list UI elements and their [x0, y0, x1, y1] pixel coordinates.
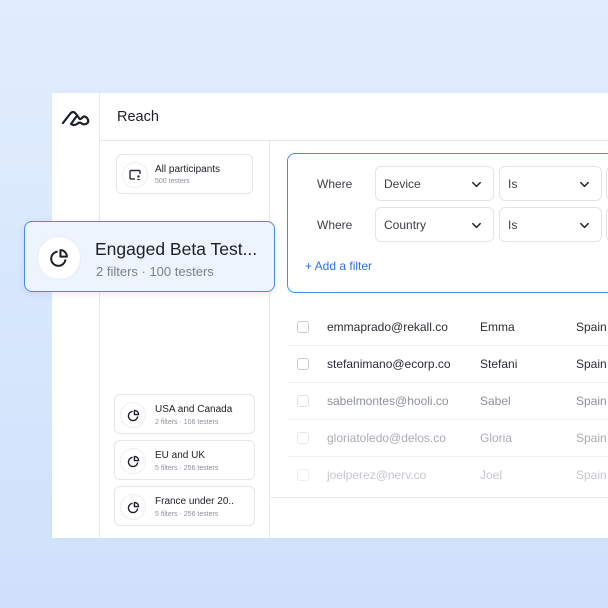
- nav-rail: [52, 93, 100, 538]
- row-country: Spain: [576, 394, 607, 408]
- segment-subtitle: 5 filters · 256 testers: [155, 511, 219, 518]
- selected-segment-subtitle: 2 filters · 100 testers: [96, 264, 214, 279]
- segment-card[interactable]: EU and UK 5 filters · 256 testers: [114, 440, 255, 480]
- app-window: Reach All participants 500 testers SEGME…: [52, 93, 608, 538]
- filter-builder: Where Device Is Where Country Is + Add a…: [287, 153, 608, 293]
- filter-field-value: Device: [384, 177, 421, 191]
- table-divider: [270, 497, 608, 498]
- participants-table: emmaprado@rekall.co Emma Spain stefanima…: [270, 309, 608, 538]
- all-participants-card[interactable]: All participants 500 testers: [116, 154, 253, 194]
- add-filter-button[interactable]: + Add a filter: [305, 259, 372, 273]
- row-name: Jose: [480, 496, 506, 510]
- filter-prefix: Where: [317, 218, 353, 232]
- row-name: Joel: [480, 468, 503, 482]
- page-title: Reach: [117, 109, 159, 125]
- filter-operator-select[interactable]: Is: [499, 166, 602, 201]
- table-row[interactable]: emmaprado@rekall.co Emma Spain: [287, 309, 608, 346]
- segment-title: USA and Canada: [155, 404, 233, 415]
- row-email: josecarlos@nerv.co: [327, 496, 432, 510]
- all-participants-title: All participants: [155, 164, 221, 175]
- filter-operator-value: Is: [508, 218, 518, 232]
- row-email: sabelmontes@hooli.co: [327, 394, 449, 408]
- row-name: Stefani: [480, 357, 518, 371]
- segments-sidebar: All participants 500 testers SEGMENTS US…: [100, 141, 270, 538]
- participants-icon: [122, 162, 148, 188]
- row-country: Spain: [576, 496, 607, 510]
- filter-field-value: Country: [384, 218, 427, 232]
- chevron-down-icon: [472, 181, 481, 188]
- row-checkbox[interactable]: [297, 432, 309, 444]
- row-email: stefanimano@ecorp.co: [327, 357, 451, 371]
- filter-field-select[interactable]: Device: [375, 166, 494, 201]
- row-name: Emma: [480, 320, 515, 334]
- row-name: Sabel: [480, 394, 511, 408]
- row-name: Gloria: [480, 431, 513, 445]
- row-email: joelperez@nerv.co: [327, 468, 427, 482]
- segment-card[interactable]: USA and Canada 2 filters · 106 testers: [114, 394, 255, 434]
- row-checkbox[interactable]: [297, 395, 309, 407]
- all-participants-count: 500 testers: [155, 178, 190, 185]
- chevron-down-icon: [580, 222, 589, 229]
- row-email: emmaprado@rekall.co: [327, 320, 448, 334]
- table-row[interactable]: stefanimano@ecorp.co Stefani Spain: [287, 346, 608, 383]
- segment-subtitle: 5 filters · 256 testers: [155, 465, 219, 472]
- filter-operator-value: Is: [508, 177, 518, 191]
- table-row[interactable]: gloriatoledo@delos.co Gloria Spain: [287, 420, 608, 457]
- segment-title: EU and UK: [155, 450, 206, 461]
- segment-subtitle: 2 filters · 106 testers: [155, 419, 219, 426]
- main-content: Where Device Is Where Country Is + Add a…: [270, 141, 608, 538]
- cloud-logo-icon[interactable]: [60, 108, 92, 128]
- chevron-down-icon: [580, 181, 589, 188]
- row-email: gloriatoledo@delos.co: [327, 431, 446, 445]
- segment-card[interactable]: France under 20.. 5 filters · 256 tester…: [114, 486, 255, 526]
- row-checkbox[interactable]: [297, 321, 309, 333]
- row-checkbox[interactable]: [297, 358, 309, 370]
- row-country: Spain: [576, 320, 607, 334]
- row-country: Spain: [576, 468, 607, 482]
- pie-chart-icon: [120, 448, 146, 474]
- filter-prefix: Where: [317, 177, 353, 191]
- pie-chart-icon: [120, 494, 146, 520]
- selected-segment-card[interactable]: Engaged Beta Test... 2 filters · 100 tes…: [24, 221, 275, 292]
- top-bar: Reach: [100, 93, 608, 141]
- filter-operator-select[interactable]: Is: [499, 207, 602, 242]
- chevron-down-icon: [472, 222, 481, 229]
- selected-segment-title: Engaged Beta Test...: [95, 239, 258, 259]
- row-country: Spain: [576, 357, 607, 371]
- row-checkbox[interactable]: [297, 469, 309, 481]
- row-checkbox[interactable]: [297, 497, 309, 509]
- pie-chart-icon: [120, 402, 146, 428]
- row-country: Spain: [576, 431, 607, 445]
- table-row[interactable]: sabelmontes@hooli.co Sabel Spain: [287, 383, 608, 420]
- filter-field-select[interactable]: Country: [375, 207, 494, 242]
- table-row[interactable]: josecarlos@nerv.co Jose Spain: [287, 485, 608, 522]
- segment-title: France under 20..: [155, 496, 234, 507]
- pie-chart-icon: [37, 236, 81, 280]
